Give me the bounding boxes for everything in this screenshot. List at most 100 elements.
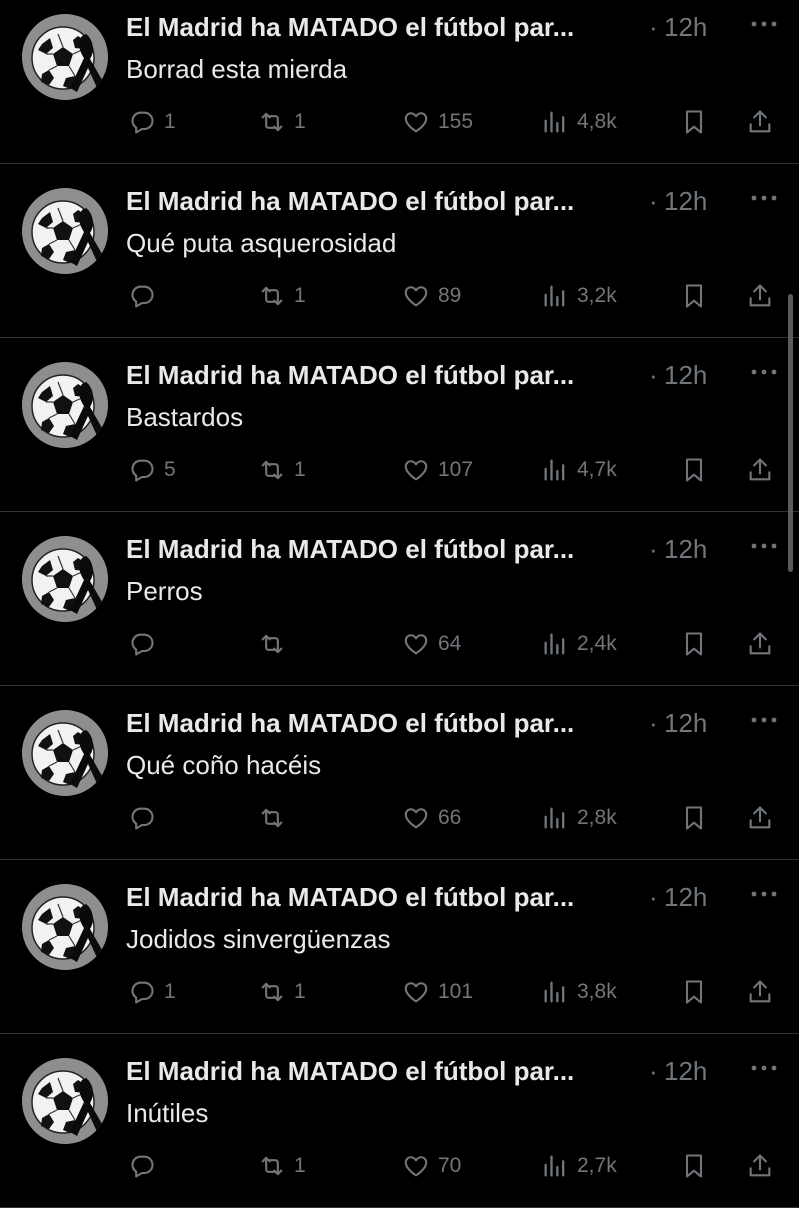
author-name[interactable]: El Madrid ha MATADO el fútbol par... — [126, 186, 574, 217]
avatar[interactable] — [22, 536, 108, 622]
tweet-text: Qué coño hacéis — [126, 750, 322, 780]
tweet-text: Jodidos sinvergüenzas — [126, 924, 391, 954]
share-button[interactable] — [746, 450, 774, 490]
reply-icon — [131, 111, 154, 134]
retweet-button[interactable]: 1 — [258, 276, 306, 316]
avatar[interactable] — [22, 362, 108, 448]
retweet-button[interactable]: 1 — [258, 1146, 306, 1186]
avatar[interactable] — [22, 1058, 108, 1144]
like-count: 155 — [438, 110, 474, 133]
share-button[interactable] — [746, 1146, 774, 1186]
bookmark-button[interactable] — [680, 798, 708, 838]
views-button[interactable]: 4,8k — [541, 102, 617, 142]
tweet-time[interactable]: 12h — [664, 360, 707, 391]
like-button[interactable]: 70 — [402, 1146, 461, 1186]
views-count: 2,4k — [577, 632, 617, 655]
author-name[interactable]: El Madrid ha MATADO el fútbol par... — [126, 882, 574, 913]
more-icon[interactable] — [748, 884, 780, 904]
reply-button[interactable] — [128, 276, 164, 316]
scrollbar[interactable] — [788, 294, 793, 572]
tweet-time[interactable]: 12h — [664, 534, 707, 565]
tweet[interactable]: El Madrid ha MATADO el fútbol par... · 1… — [0, 338, 799, 512]
bookmark-button[interactable] — [680, 276, 708, 316]
retweet-button[interactable]: 1 — [258, 102, 306, 142]
share-button[interactable] — [746, 102, 774, 142]
author-name[interactable]: El Madrid ha MATADO el fútbol par... — [126, 12, 574, 43]
avatar[interactable] — [22, 14, 108, 100]
views-icon — [544, 807, 565, 829]
more-icon[interactable] — [748, 362, 780, 382]
reply-icon — [131, 459, 154, 482]
like-count: 101 — [438, 980, 474, 1003]
tweet-time[interactable]: 12h — [664, 1056, 707, 1087]
author-name[interactable]: El Madrid ha MATADO el fútbol par... — [126, 534, 574, 565]
bookmark-button[interactable] — [680, 624, 708, 664]
more-icon[interactable] — [748, 188, 780, 208]
soccer-ball-black-ribbon-icon — [22, 710, 108, 796]
reply-button[interactable] — [128, 798, 164, 838]
author-name[interactable]: El Madrid ha MATADO el fútbol par... — [126, 360, 574, 391]
reply-button[interactable] — [128, 624, 164, 664]
reply-button[interactable]: 1 — [128, 972, 176, 1012]
like-button[interactable]: 66 — [402, 798, 461, 838]
avatar[interactable] — [22, 188, 108, 274]
retweet-button[interactable] — [258, 798, 294, 838]
tweet[interactable]: El Madrid ha MATADO el fútbol par... · 1… — [0, 164, 799, 338]
like-button[interactable]: 101 — [402, 972, 473, 1012]
like-count: 66 — [438, 806, 462, 829]
action-bar: 1 1 101 3,8k — [0, 972, 799, 1012]
separator-dot: · — [649, 12, 658, 42]
retweet-button[interactable]: 1 — [258, 972, 306, 1012]
tweet-time[interactable]: 12h — [664, 708, 707, 739]
tweet-text: Bastardos — [126, 402, 244, 432]
views-count: 3,2k — [577, 284, 617, 307]
tweet[interactable]: El Madrid ha MATADO el fútbol par... · 1… — [0, 1034, 799, 1208]
avatar[interactable] — [22, 710, 108, 796]
tweet[interactable]: El Madrid ha MATADO el fútbol par... · 1… — [0, 512, 799, 686]
views-button[interactable]: 2,7k — [541, 1146, 617, 1186]
more-icon[interactable] — [748, 536, 780, 556]
reply-button[interactable]: 5 — [128, 450, 176, 490]
tweet-time[interactable]: 12h — [664, 12, 707, 43]
tweet-time[interactable]: 12h — [664, 882, 707, 913]
reply-button[interactable]: 1 — [128, 102, 176, 142]
more-icon[interactable] — [748, 710, 780, 730]
more-icon[interactable] — [748, 1058, 780, 1078]
retweet-icon — [261, 634, 283, 654]
share-button[interactable] — [746, 972, 774, 1012]
reply-button[interactable] — [128, 1146, 164, 1186]
views-button[interactable]: 3,2k — [541, 276, 617, 316]
tweet-time[interactable]: 12h — [664, 186, 707, 217]
bookmark-button[interactable] — [680, 450, 708, 490]
views-icon — [544, 981, 565, 1003]
retweet-button[interactable] — [258, 624, 294, 664]
bookmark-button[interactable] — [680, 972, 708, 1012]
like-button[interactable]: 64 — [402, 624, 461, 664]
action-bar: 66 2,8k — [0, 798, 799, 838]
share-button[interactable] — [746, 798, 774, 838]
bookmark-button[interactable] — [680, 1146, 708, 1186]
tweet[interactable]: El Madrid ha MATADO el fútbol par... · 1… — [0, 860, 799, 1034]
views-button[interactable]: 3,8k — [541, 972, 617, 1012]
heart-icon — [404, 634, 428, 655]
like-button[interactable]: 89 — [402, 276, 461, 316]
like-button[interactable]: 107 — [402, 450, 473, 490]
views-button[interactable]: 4,7k — [541, 450, 617, 490]
views-button[interactable]: 2,4k — [541, 624, 617, 664]
separator-dot: · — [649, 882, 658, 912]
retweet-button[interactable]: 1 — [258, 450, 306, 490]
bookmark-button[interactable] — [680, 102, 708, 142]
like-button[interactable]: 155 — [402, 102, 473, 142]
retweet-icon — [261, 460, 283, 480]
views-button[interactable]: 2,8k — [541, 798, 617, 838]
more-icon[interactable] — [748, 14, 780, 34]
tweet[interactable]: El Madrid ha MATADO el fútbol par... · 1… — [0, 686, 799, 860]
views-count: 3,8k — [577, 980, 617, 1003]
author-name[interactable]: El Madrid ha MATADO el fútbol par... — [126, 1056, 574, 1087]
share-icon — [749, 806, 771, 829]
author-name[interactable]: El Madrid ha MATADO el fútbol par... — [126, 708, 574, 739]
share-button[interactable] — [746, 276, 774, 316]
share-button[interactable] — [746, 624, 774, 664]
tweet[interactable]: El Madrid ha MATADO el fútbol par... · 1… — [0, 0, 799, 164]
avatar[interactable] — [22, 884, 108, 970]
